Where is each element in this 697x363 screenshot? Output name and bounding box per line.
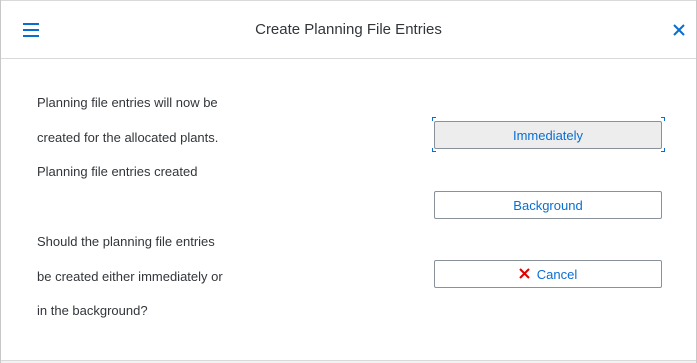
- cancel-button[interactable]: Cancel: [434, 260, 662, 288]
- background-button-label: Background: [513, 197, 583, 213]
- immediately-button-label: Immediately: [512, 127, 584, 143]
- message-line-2: created for the allocated plants.: [37, 130, 219, 145]
- cross-icon: [519, 267, 530, 282]
- message-line-1: Planning file entries will now be: [37, 95, 218, 110]
- background-button[interactable]: Background: [434, 191, 662, 219]
- message-line-6: in the background?: [37, 303, 148, 318]
- message-line-5: be created either immediately or: [37, 269, 223, 284]
- cancel-button-label: Cancel: [536, 266, 578, 282]
- dialog-title: Create Planning File Entries: [255, 21, 442, 38]
- message-line-4: Should the planning file entries: [37, 234, 215, 249]
- message-line-3: Planning file entries created: [37, 164, 198, 179]
- dialog-header: Create Planning File Entries: [1, 0, 696, 59]
- close-icon[interactable]: [668, 19, 690, 41]
- create-planning-file-entries-dialog: Create Planning File Entries Planning fi…: [0, 0, 697, 363]
- immediately-button[interactable]: Immediately: [434, 121, 662, 149]
